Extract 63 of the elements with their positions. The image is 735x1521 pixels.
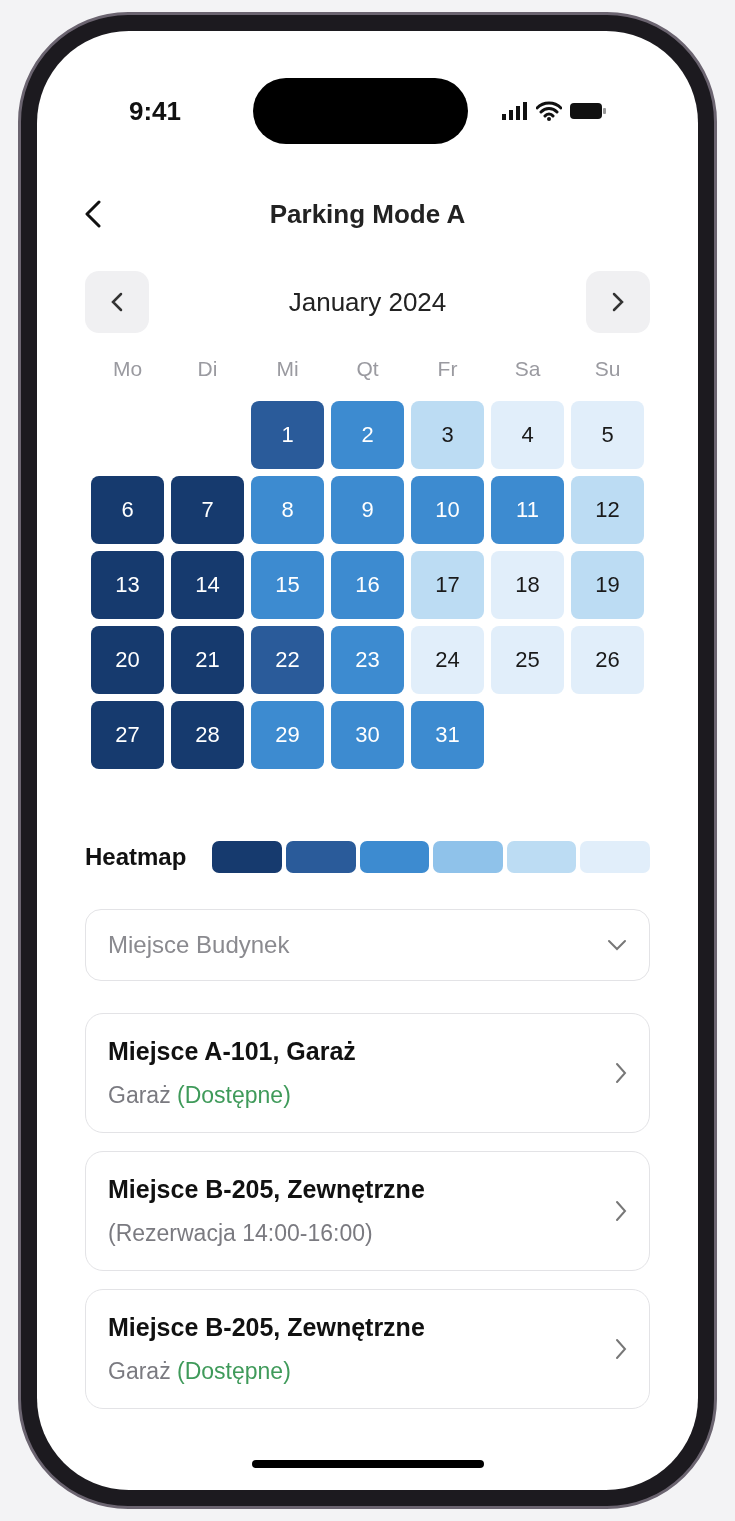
weekday-label: Mo xyxy=(111,356,144,382)
chevron-right-icon xyxy=(612,292,624,312)
chevron-right-icon xyxy=(615,1199,627,1222)
calendar-day[interactable]: 2 xyxy=(331,400,404,469)
calendar-day[interactable]: 22 xyxy=(251,625,324,694)
spot-title: Miejsce B-205, Zewnętrzne xyxy=(108,1173,425,1205)
chevron-left-icon xyxy=(111,292,123,312)
status-time: 9:41 xyxy=(129,94,183,128)
calendar-day[interactable]: 4 xyxy=(491,400,564,469)
calendar-day[interactable]: 5 xyxy=(571,400,644,469)
parking-spot-item[interactable]: Miejsce A-101, Garaż Garaż (Dostępne) xyxy=(85,1012,650,1133)
calendar-day[interactable]: 14 xyxy=(171,550,244,619)
calendar-day[interactable]: 8 xyxy=(251,475,324,544)
calendar-day[interactable]: 30 xyxy=(331,700,404,769)
calendar-day[interactable]: 23 xyxy=(331,625,404,694)
calendar-day[interactable]: 28 xyxy=(171,700,244,769)
calendar-day[interactable]: 12 xyxy=(571,475,644,544)
calendar-day[interactable]: 1 xyxy=(251,400,324,469)
calendar-day[interactable]: 25 xyxy=(491,625,564,694)
next-month-button[interactable] xyxy=(586,271,650,333)
screen-title: Parking Mode A xyxy=(269,197,466,231)
wifi-icon xyxy=(536,101,562,121)
signal-icon xyxy=(502,102,528,120)
calendar-day[interactable]: 18 xyxy=(491,550,564,619)
calendar-day[interactable]: 6 xyxy=(91,475,164,544)
calendar-day[interactable]: 13 xyxy=(91,550,164,619)
weekday-label: Di xyxy=(196,356,219,382)
calendar-day[interactable]: 19 xyxy=(571,550,644,619)
chevron-right-icon xyxy=(615,1061,627,1084)
chevron-down-icon xyxy=(607,938,627,951)
calendar-day[interactable]: 9 xyxy=(331,475,404,544)
calendar-day[interactable]: 29 xyxy=(251,700,324,769)
back-icon xyxy=(85,200,101,228)
spot-status: Garaż (Dostępne) xyxy=(108,1081,292,1110)
calendar-day[interactable]: 16 xyxy=(331,550,404,619)
spot-title: Miejsce A-101, Garaż xyxy=(108,1035,356,1067)
calendar-day[interactable]: 24 xyxy=(411,625,484,694)
previous-month-button[interactable] xyxy=(85,271,149,333)
weekday-label: Mi xyxy=(275,356,300,382)
calendar-day[interactable]: 3 xyxy=(411,400,484,469)
spot-status: Garaż (Dostępne) xyxy=(108,1357,292,1386)
heatmap-label: Heatmap xyxy=(85,841,187,872)
calendar-day[interactable]: 7 xyxy=(171,475,244,544)
calendar-day[interactable]: 27 xyxy=(91,700,164,769)
calendar-day[interactable]: 31 xyxy=(411,700,484,769)
weekday-label: Su xyxy=(593,356,622,382)
weekday-label: Qt xyxy=(355,356,380,382)
calendar-day[interactable]: 15 xyxy=(251,550,324,619)
spot-title: Miejsce B-205, Zewnętrzne xyxy=(108,1311,425,1343)
calendar-day[interactable]: 21 xyxy=(171,625,244,694)
calendar-day[interactable]: 11 xyxy=(491,475,564,544)
battery-icon xyxy=(570,102,606,120)
parking-spot-item[interactable]: Miejsce B-205, Zewnętrzne (Rezerwacja 14:00-16:00) xyxy=(85,1150,650,1271)
weekday-label: Sa xyxy=(513,356,542,382)
calendar-day[interactable]: 17 xyxy=(411,550,484,619)
weekday-label: Fr xyxy=(436,356,459,382)
chevron-right-icon xyxy=(615,1337,627,1360)
calendar-day[interactable]: 20 xyxy=(91,625,164,694)
month-label: January 2024 xyxy=(288,285,447,319)
calendar-day[interactable]: 10 xyxy=(411,475,484,544)
calendar-day[interactable]: 26 xyxy=(571,625,644,694)
spot-status: (Rezerwacja 14:00-16:00) xyxy=(108,1219,374,1248)
parking-spot-item[interactable]: Miejsce B-205, Zewnętrzne Garaż (Dostępne) xyxy=(85,1288,650,1409)
